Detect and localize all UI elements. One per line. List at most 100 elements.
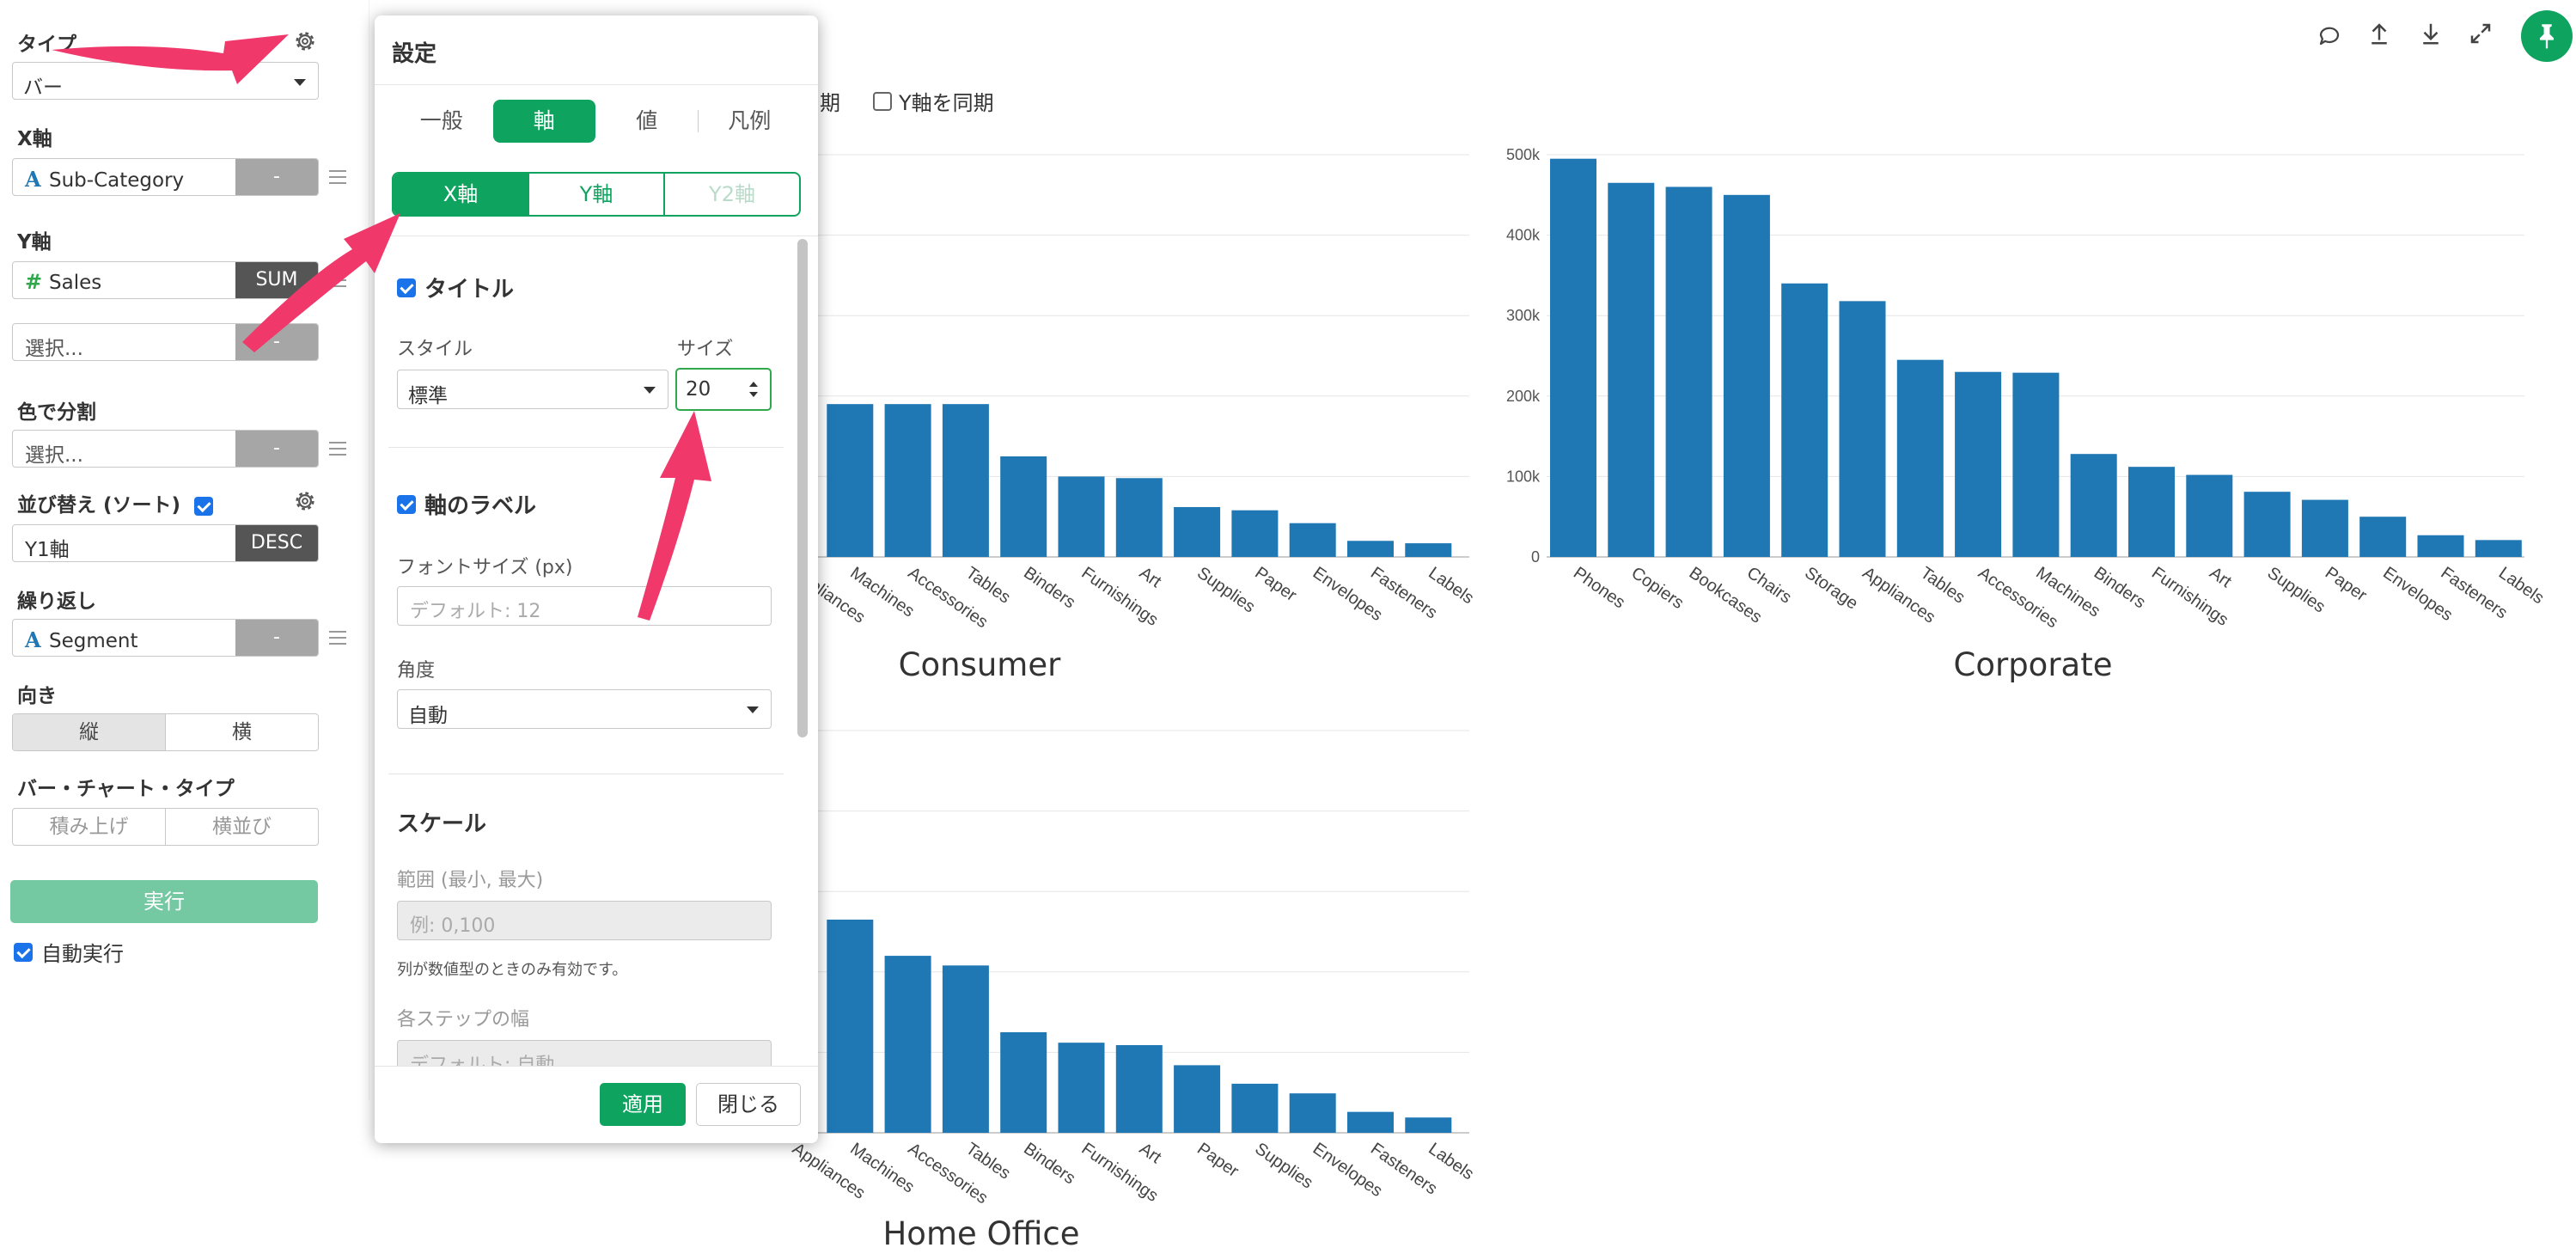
drag-handle-icon[interactable]: [329, 273, 346, 287]
bar[interactable]: [827, 404, 874, 557]
bar[interactable]: [1723, 194, 1770, 558]
title-checkbox[interactable]: [397, 278, 416, 297]
y-tick-label: 200k: [1506, 388, 1541, 405]
bar[interactable]: [1115, 478, 1163, 557]
angle-select[interactable]: 自動: [397, 689, 772, 729]
y-axis-extra-field[interactable]: 選択... -: [12, 323, 319, 361]
bar[interactable]: [2186, 474, 2233, 557]
run-button[interactable]: 実行: [10, 880, 318, 923]
bar[interactable]: [1955, 371, 2002, 557]
bar[interactable]: [942, 965, 989, 1133]
bar[interactable]: [2301, 499, 2348, 557]
bar[interactable]: [2128, 467, 2175, 557]
divider: [375, 1066, 818, 1067]
bar[interactable]: [2070, 454, 2117, 557]
y-axis-extra-aggregation-button[interactable]: -: [235, 324, 318, 360]
tab-y-axis[interactable]: Y軸: [528, 174, 663, 215]
bar[interactable]: [1289, 1093, 1336, 1133]
bar[interactable]: [1347, 541, 1394, 557]
bar[interactable]: [1665, 187, 1712, 557]
color-split-aggregation-button[interactable]: -: [235, 431, 318, 467]
axis-label-checkbox[interactable]: [397, 494, 416, 514]
bar[interactable]: [1289, 523, 1336, 557]
upload-icon[interactable]: [2366, 21, 2392, 46]
bar[interactable]: [1405, 1117, 1452, 1133]
tab-values[interactable]: 値: [595, 100, 699, 143]
bar-type-grouped-option[interactable]: 横並び: [165, 809, 318, 845]
dialog-scrollbar[interactable]: [797, 239, 808, 737]
chart-type-value: バー: [23, 76, 63, 99]
bar[interactable]: [942, 404, 989, 557]
auto-run-label: 自動実行: [41, 942, 124, 966]
title-style-select[interactable]: 標準: [397, 370, 668, 409]
bar[interactable]: [1347, 1111, 1394, 1133]
tab-axis[interactable]: 軸: [492, 100, 595, 143]
orientation-vertical-option[interactable]: 縦: [13, 714, 165, 750]
y-axis-aggregation-button[interactable]: SUM: [235, 262, 318, 298]
bar[interactable]: [1115, 1044, 1163, 1133]
sort-checkbox[interactable]: [194, 496, 214, 516]
bar[interactable]: [1405, 543, 1452, 557]
bar[interactable]: [1174, 1065, 1221, 1133]
x-axis-field[interactable]: A Sub-Category -: [12, 158, 319, 196]
bar[interactable]: [2417, 535, 2464, 557]
bar[interactable]: [1174, 506, 1221, 557]
drag-handle-icon[interactable]: [329, 442, 346, 456]
bar[interactable]: [1058, 476, 1105, 557]
drag-handle-icon[interactable]: [329, 170, 346, 184]
title-size-spinner[interactable]: 20: [675, 368, 772, 411]
bar[interactable]: [884, 404, 931, 557]
bar[interactable]: [1608, 182, 1655, 557]
bar[interactable]: [2243, 492, 2291, 557]
orientation-horizontal-option[interactable]: 横: [165, 714, 318, 750]
sync-y-checkbox[interactable]: [873, 91, 892, 111]
bar[interactable]: [1231, 510, 1279, 557]
bar[interactable]: [1000, 1032, 1047, 1133]
bar[interactable]: [1896, 359, 1944, 557]
range-input[interactable]: 例: 0,100: [397, 901, 772, 940]
y-axis-field[interactable]: # Sales SUM: [12, 261, 319, 299]
download-icon[interactable]: [2418, 21, 2444, 46]
bar[interactable]: [884, 956, 931, 1133]
bar[interactable]: [1781, 283, 1828, 557]
close-button[interactable]: 閉じる: [696, 1083, 801, 1126]
pin-button[interactable]: [2521, 10, 2573, 62]
gear-icon[interactable]: [292, 28, 318, 54]
comment-icon[interactable]: [2317, 22, 2342, 48]
bar[interactable]: [2012, 372, 2060, 557]
bar[interactable]: [1000, 456, 1047, 557]
x-tick-label: Art: [1136, 564, 1165, 592]
x-tick-label: Art: [1136, 1140, 1165, 1168]
bar[interactable]: [1058, 1043, 1105, 1133]
repeat-field-name: Segment: [49, 630, 138, 652]
expand-icon[interactable]: [2468, 21, 2494, 46]
bar[interactable]: [2475, 540, 2522, 557]
drag-handle-icon[interactable]: [329, 631, 346, 645]
tab-legend[interactable]: 凡例: [699, 100, 802, 143]
font-size-input[interactable]: デフォルト: 12: [397, 586, 772, 626]
apply-button[interactable]: 適用: [600, 1083, 686, 1126]
repeat-aggregation-button[interactable]: -: [235, 620, 318, 656]
sort-order-button[interactable]: DESC: [235, 525, 318, 561]
sort-field-name: Y1軸: [25, 539, 70, 561]
repeat-field[interactable]: A Segment -: [12, 619, 319, 657]
bar[interactable]: [1839, 301, 1886, 557]
style-label: スタイル: [397, 339, 473, 360]
bar[interactable]: [2359, 517, 2407, 557]
spinner-arrows-icon[interactable]: [748, 379, 760, 400]
bar-type-stacked-option[interactable]: 積み上げ: [13, 809, 165, 845]
tab-general[interactable]: 一般: [390, 100, 493, 143]
tab-x-axis[interactable]: X軸: [394, 174, 528, 215]
sync-y-label: Y軸を同期: [899, 91, 994, 115]
gear-icon[interactable]: [292, 488, 318, 514]
auto-run-checkbox[interactable]: [14, 942, 33, 962]
color-split-field[interactable]: 選択... -: [12, 430, 319, 468]
x-axis-aggregation-button[interactable]: -: [235, 159, 318, 195]
bar[interactable]: [1231, 1083, 1279, 1133]
bar[interactable]: [1550, 158, 1596, 557]
bar[interactable]: [827, 919, 874, 1133]
sort-field[interactable]: Y1軸 DESC: [12, 524, 319, 562]
tab-y2-axis[interactable]: Y2軸: [663, 174, 799, 215]
chart-type-select[interactable]: バー: [12, 62, 319, 100]
x-tick-label: Paper: [1251, 564, 1300, 606]
